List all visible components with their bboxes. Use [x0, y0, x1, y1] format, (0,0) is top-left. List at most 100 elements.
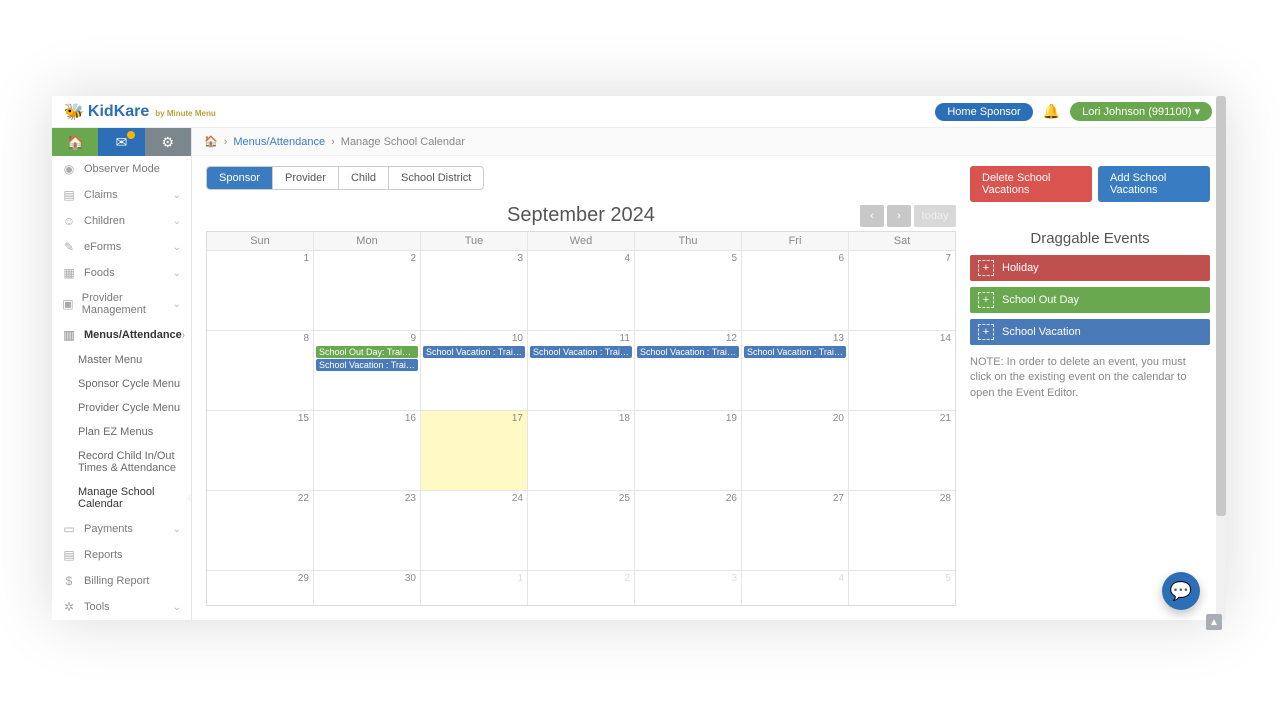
- day-number: 21: [940, 413, 951, 424]
- sidebar-item-foods[interactable]: ▦Foods⌄: [52, 260, 191, 286]
- calendar-day[interactable]: 19: [634, 411, 741, 490]
- calendar-day[interactable]: 12School Vacation : Trainin…: [634, 331, 741, 410]
- sidebar-item-claims[interactable]: ▤Claims⌄: [52, 182, 191, 208]
- calendar-grid: SunMonTueWedThuFriSat 123456789School Ou…: [206, 231, 956, 606]
- calendar-nav: ‹ › today: [860, 205, 956, 227]
- breadcrumb-home-icon[interactable]: 🏠: [204, 135, 218, 148]
- home-icon[interactable]: 🏠: [52, 128, 98, 156]
- scrollbar[interactable]: [1216, 96, 1226, 620]
- calendar-day[interactable]: 11 School Vacation : Trainin…: [527, 331, 634, 410]
- scrollbar-thumb[interactable]: [1216, 96, 1226, 516]
- calendar-day[interactable]: 28: [848, 491, 955, 570]
- sidebar-item-observer-mode[interactable]: ◉Observer Mode: [52, 156, 191, 182]
- plus-icon: +: [978, 292, 994, 308]
- next-month-button[interactable]: ›: [887, 205, 911, 227]
- sidebar-item-label: Children: [84, 215, 125, 227]
- main: 🏠 › Menus/Attendance › Manage School Cal…: [192, 128, 1224, 620]
- calendar-day[interactable]: 22: [207, 491, 313, 570]
- calendar-day[interactable]: 29: [207, 571, 313, 605]
- calendar-day[interactable]: 4: [527, 251, 634, 330]
- chat-bubble[interactable]: 💬: [1162, 572, 1200, 610]
- calendar-day[interactable]: 6: [741, 251, 848, 330]
- calendar-day[interactable]: 27: [741, 491, 848, 570]
- calendar-day[interactable]: 30: [313, 571, 420, 605]
- calendar-title: September 2024: [507, 204, 655, 227]
- calendar-day[interactable]: 20: [741, 411, 848, 490]
- calendar-event[interactable]: School Vacation : Trainin…: [316, 359, 418, 371]
- mail-icon[interactable]: ✉: [98, 128, 144, 156]
- calendar-day[interactable]: 7: [848, 251, 955, 330]
- calendar-day[interactable]: 24: [420, 491, 527, 570]
- plus-icon: +: [978, 260, 994, 276]
- add-vacations-button[interactable]: Add School Vacations: [1098, 166, 1210, 202]
- day-number: 16: [405, 413, 416, 424]
- calendar-day[interactable]: 17: [420, 411, 527, 490]
- user-menu[interactable]: Lori Johnson (991100) ▾: [1070, 102, 1212, 121]
- calendar-day[interactable]: 4: [741, 571, 848, 605]
- calendar-day[interactable]: 18: [527, 411, 634, 490]
- calendar-day[interactable]: 5: [634, 251, 741, 330]
- calendar-day[interactable]: 14: [848, 331, 955, 410]
- calendar-day[interactable]: 3: [634, 571, 741, 605]
- sidebar-sub-record-child-in-out-times-attendance[interactable]: Record Child In/Out Times & Attendance: [52, 444, 191, 480]
- calendar-day[interactable]: 16: [313, 411, 420, 490]
- calendar-day[interactable]: 1: [207, 251, 313, 330]
- draggable-holiday[interactable]: +Holiday: [970, 255, 1210, 281]
- filter-tab-child[interactable]: Child: [339, 167, 389, 189]
- sidebar-item-payments[interactable]: ▭Payments⌄: [52, 516, 191, 542]
- calendar-day[interactable]: 1: [420, 571, 527, 605]
- calendar-day[interactable]: 9School Out Day: Training…School Vacatio…: [313, 331, 420, 410]
- calendar-day[interactable]: 3: [420, 251, 527, 330]
- sidebar-item-tools[interactable]: ✲Tools⌄: [52, 594, 191, 620]
- sidebar-item-eforms[interactable]: ✎eForms⌄: [52, 234, 191, 260]
- sidebar-sub-master-menu[interactable]: Master Menu: [52, 348, 191, 372]
- calendar-event[interactable]: School Out Day: Training…: [316, 346, 418, 358]
- prev-month-button[interactable]: ‹: [860, 205, 884, 227]
- calendar-event[interactable]: School Vacation : Trainin…: [530, 346, 632, 358]
- sidebar-item-label: Foods: [84, 267, 115, 279]
- toolbar: SponsorProviderChildSchool District: [206, 166, 956, 190]
- calendar-day[interactable]: 23: [313, 491, 420, 570]
- sidebar-sub-plan-ez-menus[interactable]: Plan EZ Menus: [52, 420, 191, 444]
- delete-vacations-button[interactable]: Delete School Vacations: [970, 166, 1092, 202]
- draggable-school-out-day[interactable]: +School Out Day: [970, 287, 1210, 313]
- scroll-top-button[interactable]: ▲: [1206, 614, 1222, 630]
- calendar-event[interactable]: School Vacation : Trainin…: [744, 346, 846, 358]
- calendar-event[interactable]: School Vacation : Trainin…: [423, 346, 525, 358]
- breadcrumb-link[interactable]: Menus/Attendance: [233, 136, 325, 148]
- sidebar-item-icon: ▭: [62, 522, 76, 536]
- calendar-day[interactable]: 21: [848, 411, 955, 490]
- calendar-day[interactable]: 5: [848, 571, 955, 605]
- home-sponsor-button[interactable]: Home Sponsor: [935, 103, 1032, 121]
- calendar-day[interactable]: 15: [207, 411, 313, 490]
- calendar-day[interactable]: 10School Vacation : Trainin…: [420, 331, 527, 410]
- calendar-day[interactable]: 2: [313, 251, 420, 330]
- settings-icon[interactable]: ⚙: [145, 128, 191, 156]
- notifications-icon[interactable]: 🔔: [1043, 103, 1060, 120]
- sidebar-item-billing-report[interactable]: $Billing Report: [52, 568, 191, 594]
- day-number: 14: [940, 333, 951, 344]
- sidebar-sub-manage-school-calendar[interactable]: Manage School Calendar: [52, 480, 191, 516]
- chevron-icon: ⌄: [173, 602, 181, 613]
- sidebar-sub-provider-cycle-menu[interactable]: Provider Cycle Menu: [52, 396, 191, 420]
- dow-sat: Sat: [848, 232, 955, 250]
- calendar-day[interactable]: 8: [207, 331, 313, 410]
- sidebar-item-menus-attendance[interactable]: ▥Menus/Attendance›: [52, 322, 191, 348]
- day-number: 11: [620, 333, 630, 344]
- calendar-day[interactable]: 13School Vacation : Trainin…: [741, 331, 848, 410]
- filter-tab-sponsor[interactable]: Sponsor: [207, 167, 273, 189]
- today-button[interactable]: today: [914, 205, 956, 227]
- sidebar-item-reports[interactable]: ▤Reports: [52, 542, 191, 568]
- calendar-day[interactable]: 26: [634, 491, 741, 570]
- sidebar-item-provider-management[interactable]: ▣Provider Management⌄: [52, 286, 191, 322]
- sidebar-sub-sponsor-cycle-menu[interactable]: Sponsor Cycle Menu: [52, 372, 191, 396]
- filter-tab-provider[interactable]: Provider: [273, 167, 339, 189]
- calendar-day[interactable]: 2: [527, 571, 634, 605]
- dow-tue: Tue: [420, 232, 527, 250]
- draggable-school-vacation[interactable]: +School Vacation: [970, 319, 1210, 345]
- chevron-icon: ⌄: [173, 242, 181, 253]
- filter-tab-school-district[interactable]: School District: [389, 167, 483, 189]
- sidebar-item-children[interactable]: ☺Children⌄: [52, 208, 191, 234]
- calendar-day[interactable]: 25: [527, 491, 634, 570]
- calendar-event[interactable]: School Vacation : Trainin…: [637, 346, 739, 358]
